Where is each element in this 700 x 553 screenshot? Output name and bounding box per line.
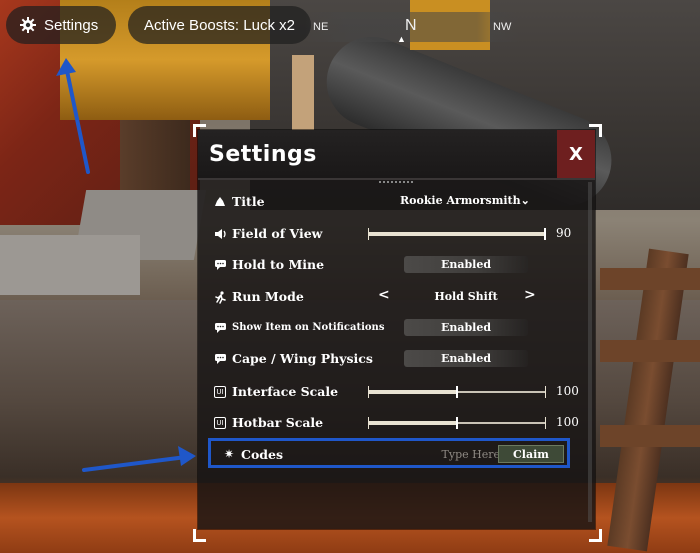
compass-nw: NW <box>493 21 512 33</box>
panel-corner <box>589 529 602 542</box>
setting-label: Hold to Mine <box>232 257 325 272</box>
fov-value: 90 <box>556 226 572 240</box>
active-boosts-badge: Active Boosts: Luck x2 <box>128 6 311 44</box>
compass-n: N <box>405 17 417 34</box>
slider-fill <box>368 232 546 236</box>
codes-input[interactable] <box>411 446 504 462</box>
drag-handle[interactable] <box>379 181 413 186</box>
setting-row-codes: ✷ Codes Claim <box>208 438 570 468</box>
setting-row-fov: Field of View 90 <box>208 221 578 249</box>
panel-title: Settings <box>209 142 317 167</box>
slider-tick <box>545 417 546 429</box>
sparkle-icon: ✷ <box>224 447 235 461</box>
compass-bar: NE N NW ▲ <box>305 12 520 44</box>
setting-row-hotbar-scale: UI Hotbar Scale 100 <box>208 410 579 438</box>
ui-icon: UI <box>213 385 227 399</box>
setting-row-cape-wing: Cape / Wing Physics Enabled <box>208 346 578 374</box>
run-mode-next-button[interactable]: > <box>524 287 536 303</box>
setting-row-interface-scale: UI Interface Scale 100 <box>208 379 579 407</box>
ui-icon: UI <box>213 416 227 430</box>
setting-label: Title <box>232 194 265 209</box>
chevron-down-icon: ⌄ <box>520 194 530 207</box>
claim-button[interactable]: Claim <box>498 445 564 463</box>
fence-rail <box>600 268 700 290</box>
chat-bubble-icon <box>213 352 227 366</box>
settings-panel: Settings X Title Rookie Armorsmith⌄ Fiel… <box>198 130 595 529</box>
compass-ne: NE <box>313 21 329 33</box>
ui-icon-text: UI <box>214 417 226 429</box>
title-select[interactable]: Rookie Armorsmith⌄ <box>400 194 530 207</box>
hotbar-scale-value: 100 <box>556 415 579 429</box>
slider-knob[interactable] <box>544 228 546 240</box>
slider-knob[interactable] <box>456 386 458 398</box>
fence-rail <box>600 340 700 362</box>
fence-rail <box>600 425 700 447</box>
setting-row-show-item: Show Item on Notifications Enabled <box>208 315 578 343</box>
setting-row-run-mode: Run Mode < Hold Shift > <box>208 284 578 312</box>
panel-header: Settings X <box>198 130 595 180</box>
show-item-toggle[interactable]: Enabled <box>404 319 528 336</box>
settings-button[interactable]: Settings <box>6 6 116 44</box>
slider-fill <box>368 390 457 394</box>
slider-fill <box>368 421 457 425</box>
run-mode-prev-button[interactable]: < <box>378 287 390 303</box>
title-select-value: Rookie Armorsmith <box>400 194 521 207</box>
hold-to-mine-toggle[interactable]: Enabled <box>404 256 528 273</box>
slider-tick <box>545 386 546 398</box>
setting-label: Hotbar Scale <box>232 415 324 430</box>
setting-label: Cape / Wing Physics <box>232 351 373 366</box>
close-button[interactable]: X <box>557 130 595 178</box>
active-boosts-label: Active Boosts: Luck x2 <box>144 16 295 34</box>
setting-label: Field of View <box>232 226 323 241</box>
interface-scale-slider[interactable] <box>368 386 546 398</box>
setting-label: Run Mode <box>232 289 304 304</box>
ui-icon-text: UI <box>214 386 226 398</box>
cape-wing-toggle[interactable]: Enabled <box>404 350 528 367</box>
setting-label: Interface Scale <box>232 384 339 399</box>
setting-label: Show Item on Notifications <box>232 322 385 333</box>
lamp-post <box>292 55 314 135</box>
rock <box>0 235 140 295</box>
slider-tick <box>368 228 369 240</box>
chat-bubble-icon <box>213 258 227 272</box>
interface-scale-value: 100 <box>556 384 579 398</box>
panel-corner <box>193 529 206 542</box>
panel-scrollbar[interactable] <box>588 182 592 522</box>
slider-tick <box>368 386 369 398</box>
setting-label: Codes <box>241 447 284 462</box>
settings-button-label: Settings <box>44 16 99 34</box>
run-mode-value: Hold Shift <box>434 290 498 303</box>
setting-row-title: Title Rookie Armorsmith⌄ <box>208 189 578 217</box>
running-icon <box>213 290 227 304</box>
setting-row-hold-to-mine: Hold to Mine Enabled <box>208 252 578 280</box>
speaker-icon <box>213 227 227 241</box>
slider-tick <box>368 417 369 429</box>
slider-knob[interactable] <box>456 417 458 429</box>
crown-icon <box>213 195 227 209</box>
fov-slider[interactable] <box>368 228 546 240</box>
chat-bubble-icon <box>213 321 227 335</box>
compass-pointer-icon: ▲ <box>397 34 406 44</box>
gear-icon <box>20 17 36 33</box>
hotbar-scale-slider[interactable] <box>368 417 546 429</box>
